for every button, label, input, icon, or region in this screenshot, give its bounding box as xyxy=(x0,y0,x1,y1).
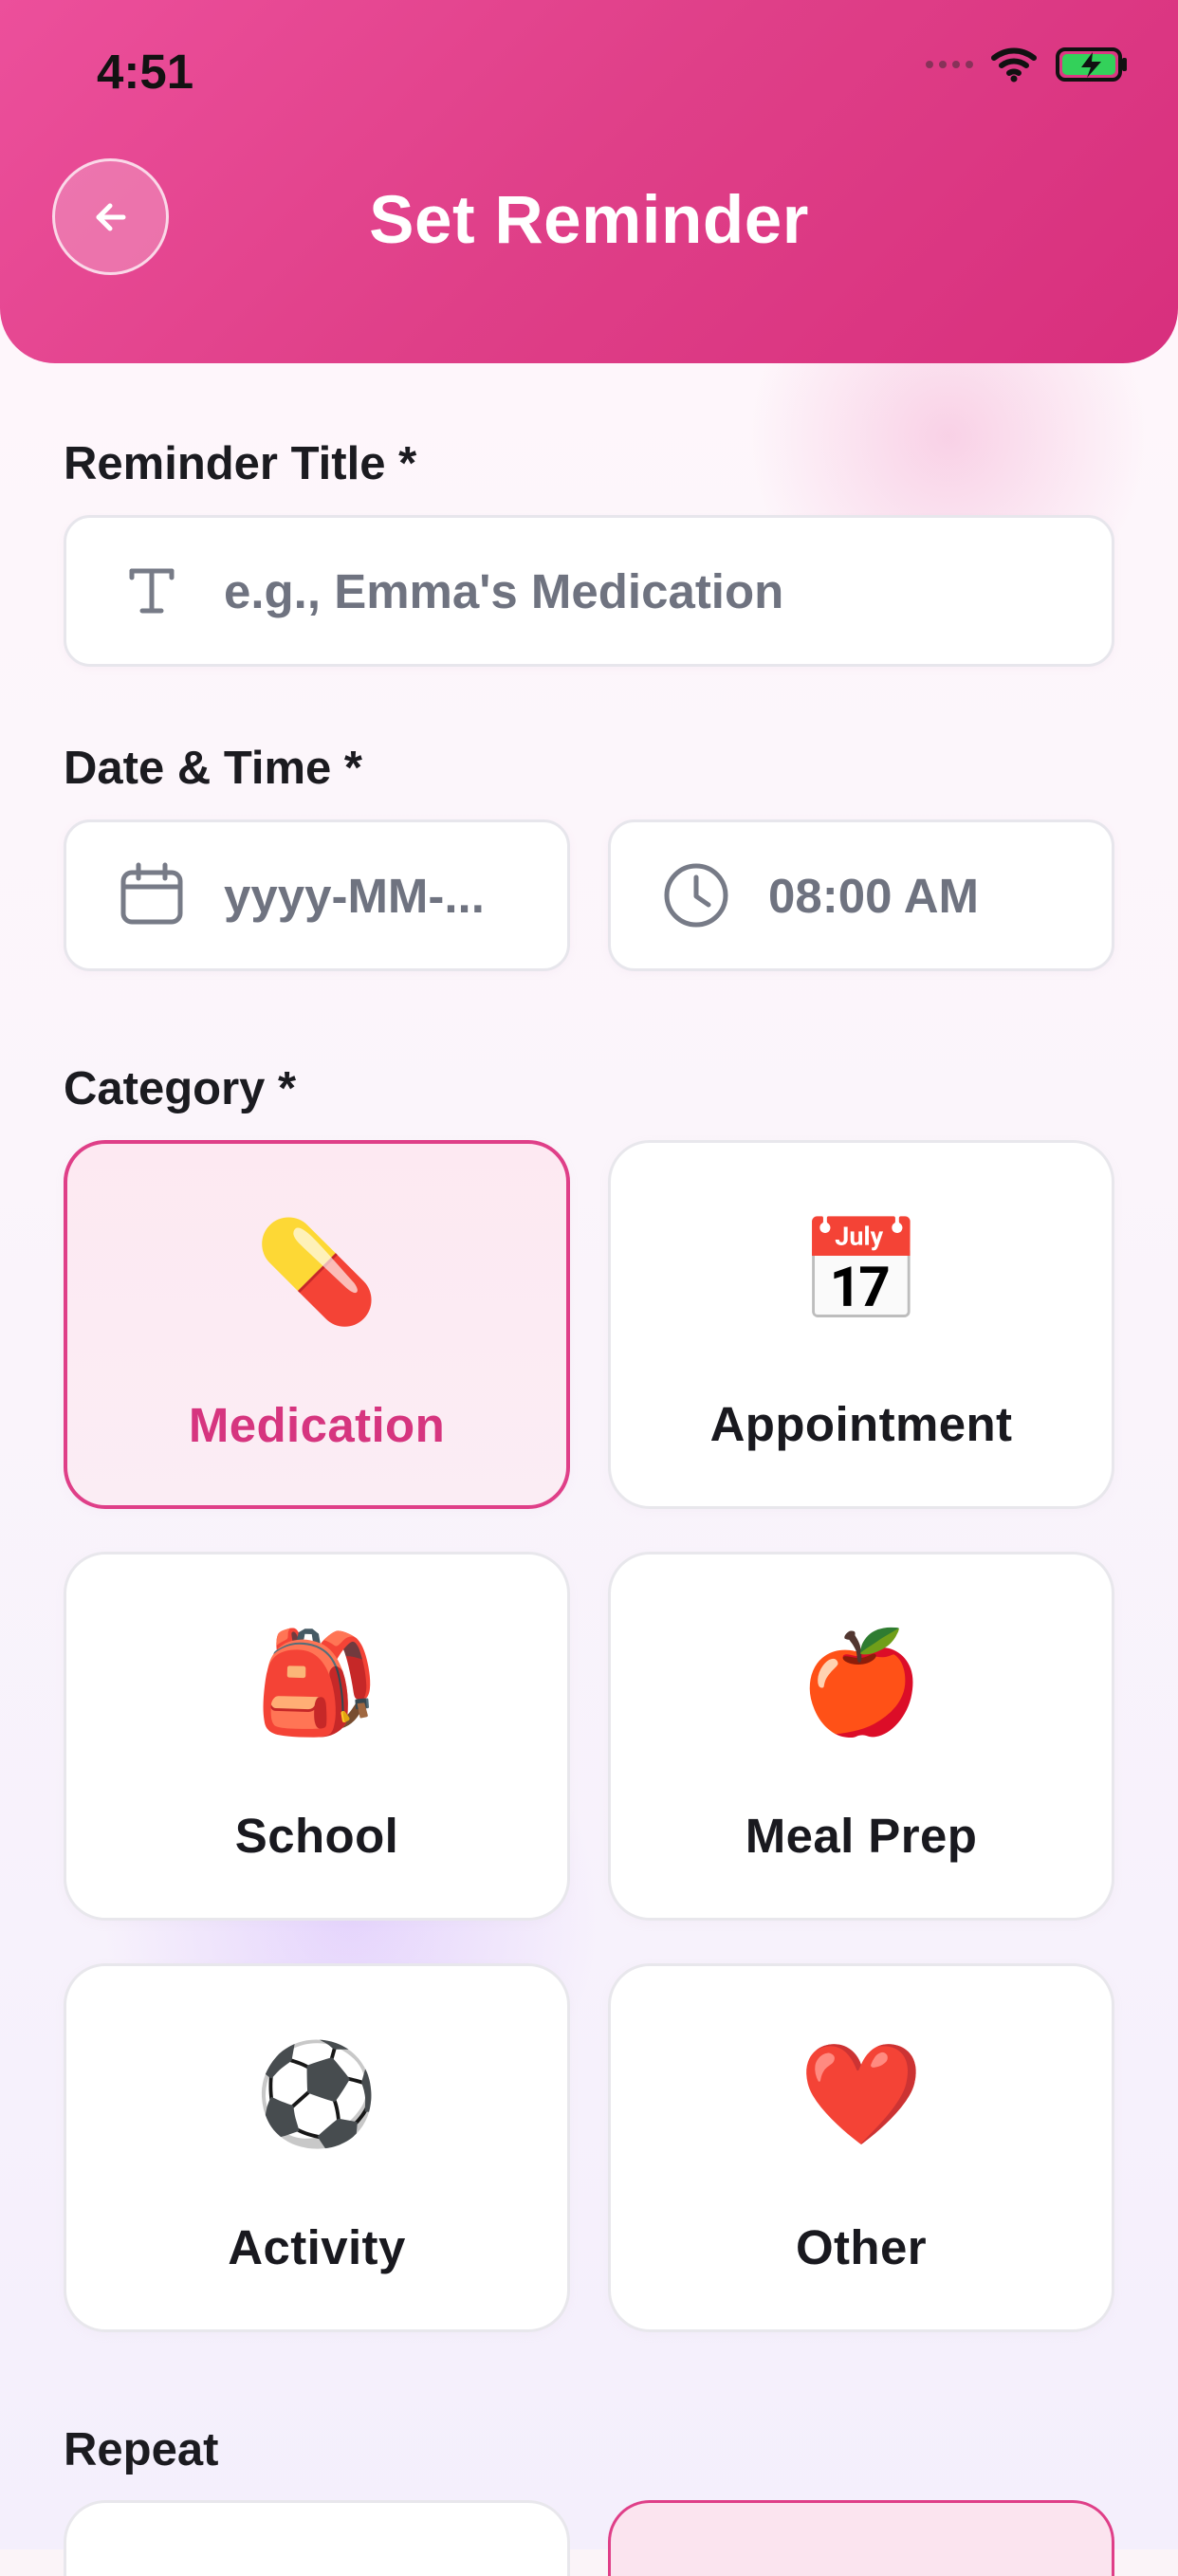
category-label: Category * xyxy=(64,1063,297,1114)
backpack-icon: 🎒 xyxy=(254,1625,379,1740)
reminder-title-input[interactable]: e.g., Emma's Medication xyxy=(64,515,1114,667)
repeat-option-partial-left[interactable] xyxy=(64,2500,570,2576)
category-label-appointment: Appointment xyxy=(709,1397,1013,1451)
page-title: Set Reminder xyxy=(369,183,809,258)
date-time-label: Date & Time * xyxy=(64,743,362,794)
status-time: 4:51 xyxy=(97,45,194,99)
time-input[interactable]: 08:00 AM xyxy=(608,819,1114,971)
status-icons xyxy=(926,46,1131,83)
clock-icon xyxy=(643,858,749,932)
repeat-option-partial-right[interactable] xyxy=(608,2500,1114,2576)
category-appointment[interactable]: 📅 Appointment xyxy=(608,1140,1114,1509)
apple-icon: 🍎 xyxy=(799,1625,924,1740)
time-value: 08:00 AM xyxy=(768,868,980,923)
category-label-meal-prep: Meal Prep xyxy=(745,1809,978,1863)
calendar-emoji-icon: 📅 xyxy=(799,1213,924,1329)
wifi-icon xyxy=(991,47,1037,83)
category-label-other: Other xyxy=(795,2220,928,2274)
cellular-signal-icon xyxy=(926,61,973,68)
text-icon xyxy=(99,558,205,624)
calendar-icon xyxy=(99,858,205,932)
category-meal-prep[interactable]: 🍎 Meal Prep xyxy=(608,1552,1114,1921)
category-other[interactable]: ❤️ Other xyxy=(608,1963,1114,2332)
heart-icon: ❤️ xyxy=(799,2036,924,2152)
date-placeholder: yyyy-MM-... xyxy=(224,868,485,923)
repeat-label: Repeat xyxy=(64,2424,219,2475)
category-label-activity: Activity xyxy=(228,2220,406,2274)
date-input[interactable]: yyyy-MM-... xyxy=(64,819,570,971)
top-header: 4:51 Set Reminder xyxy=(0,0,1178,363)
pill-icon: 💊 xyxy=(254,1214,379,1330)
reminder-title-label: Reminder Title * xyxy=(64,438,417,489)
category-label-medication: Medication xyxy=(188,1398,446,1452)
category-activity[interactable]: ⚽ Activity xyxy=(64,1963,570,2332)
reminder-title-placeholder: e.g., Emma's Medication xyxy=(224,563,784,618)
soccer-ball-icon: ⚽ xyxy=(254,2036,379,2152)
category-label-school: School xyxy=(234,1809,399,1863)
category-medication[interactable]: 💊 Medication xyxy=(64,1140,570,1509)
battery-charging-icon xyxy=(1056,47,1127,82)
category-school[interactable]: 🎒 School xyxy=(64,1552,570,1921)
